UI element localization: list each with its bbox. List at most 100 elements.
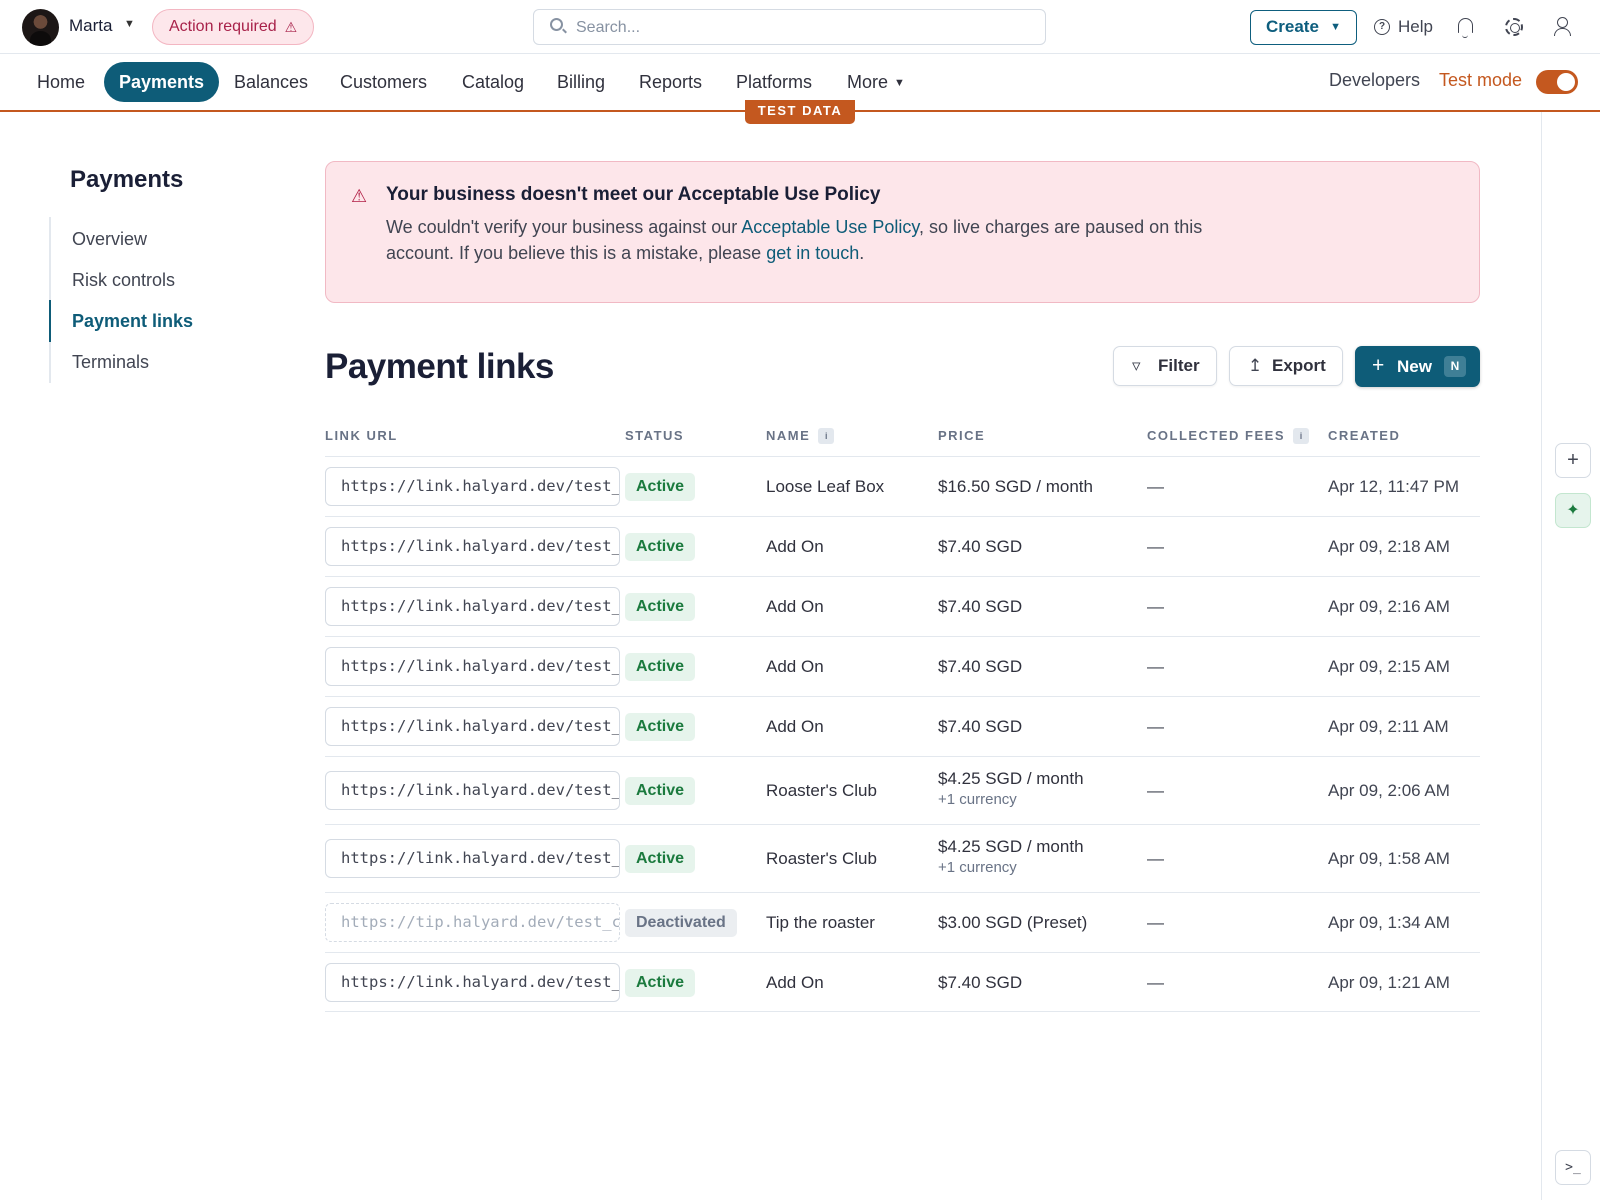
collected-fees: — (1147, 972, 1164, 992)
developers-link[interactable]: Developers (1329, 70, 1420, 91)
created-date: Apr 09, 2:16 AM (1328, 597, 1450, 616)
price-value: $7.40 SGD (938, 657, 1023, 676)
table-row[interactable]: https://link.halyard.dev/test_ Active Add … (325, 637, 1480, 697)
table-row[interactable]: https://link.halyard.dev/test_ Active Add … (325, 953, 1480, 1012)
link-name: Add On (766, 597, 824, 616)
alert-text: . (859, 243, 865, 263)
link-url-field[interactable]: https://link.halyard.dev/test_ (325, 771, 620, 810)
link-url-field[interactable]: https://tip.halyard.dev/test_c (325, 903, 620, 942)
rail-terminal-button[interactable]: >_ (1555, 1150, 1591, 1185)
created-date: Apr 09, 2:18 AM (1328, 537, 1450, 556)
gear-icon[interactable] (1505, 18, 1523, 36)
user-icon[interactable] (1553, 17, 1571, 37)
status-badge: Active (625, 533, 696, 561)
export-button[interactable]: ↥ Export (1229, 346, 1343, 386)
sidebar-item-risk-controls[interactable]: Risk controls (72, 270, 175, 291)
table-row[interactable]: https://link.halyard.dev/test_ Active Add … (325, 697, 1480, 757)
status-badge: Active (625, 593, 696, 621)
info-icon[interactable]: i (1293, 428, 1310, 444)
nav-more[interactable]: More ▼ (847, 62, 905, 102)
search-input[interactable]: Search... (533, 9, 1046, 45)
terminal-icon: >_ (1565, 1160, 1581, 1175)
nav-reports[interactable]: Reports (639, 62, 702, 102)
link-url-field[interactable]: https://link.halyard.dev/test_ (325, 467, 620, 506)
link-url-field[interactable]: https://link.halyard.dev/test_ (325, 839, 620, 878)
action-required-badge[interactable]: Action required ⚠ (152, 9, 315, 45)
table-row[interactable]: https://tip.halyard.dev/test_c Deactivate… (325, 893, 1480, 953)
account-name[interactable]: Marta (69, 16, 112, 36)
action-required-label: Action required (169, 18, 277, 35)
collected-fees: — (1147, 657, 1164, 676)
link-url-field[interactable]: https://link.halyard.dev/test_ (325, 962, 620, 1002)
status-badge: Active (625, 653, 696, 681)
page-title: Payment links (325, 347, 554, 386)
status-badge: Active (625, 473, 696, 501)
test-mode-toggle[interactable] (1536, 70, 1578, 94)
nav-payments[interactable]: Payments (104, 62, 220, 102)
link-url-field[interactable]: https://link.halyard.dev/test_ (325, 707, 620, 746)
price-sub: +1 currency (938, 859, 1017, 876)
filter-button[interactable]: ▿ Filter (1113, 346, 1217, 386)
col-header-collected-fees: COLLECTED FEES i (1147, 428, 1310, 444)
status-badge: Active (625, 845, 696, 873)
bell-icon[interactable] (1458, 18, 1473, 38)
price-value: $16.50 SGD / month (938, 477, 1093, 496)
policy-alert: ⚠ Your business doesn't meet our Accepta… (325, 161, 1480, 303)
warning-icon: ⚠ (351, 186, 368, 206)
plus-icon: + (1567, 449, 1579, 471)
created-date: Apr 09, 1:58 AM (1328, 849, 1450, 868)
table-row[interactable]: https://link.halyard.dev/test_ Active Add … (325, 577, 1480, 637)
link-url-field[interactable]: https://link.halyard.dev/test_ (325, 527, 620, 566)
status-badge: Active (625, 713, 696, 741)
collected-fees: — (1147, 849, 1164, 868)
table-row[interactable]: https://link.halyard.dev/test_ Active Loos… (325, 457, 1480, 517)
nav-customers[interactable]: Customers (340, 62, 427, 102)
link-name: Loose Leaf Box (766, 477, 885, 496)
new-label: New (1397, 357, 1432, 376)
price-value: $7.40 SGD (938, 717, 1023, 736)
link-url-field[interactable]: https://link.halyard.dev/test_ (325, 647, 620, 686)
chevron-down-icon: ▼ (1330, 21, 1341, 33)
link-url-field[interactable]: https://link.halyard.dev/test_ (325, 587, 620, 626)
acceptable-use-policy-link[interactable]: Acceptable Use Policy (741, 217, 919, 237)
nav-catalog[interactable]: Catalog (462, 62, 524, 102)
sidebar-item-payment-links[interactable]: Payment links (72, 311, 193, 332)
avatar[interactable] (22, 9, 59, 46)
status-badge: Active (625, 968, 696, 997)
link-name: Add On (766, 972, 824, 992)
price-value: $4.25 SGD / month (938, 837, 1084, 856)
top-bar: Marta ▼ Action required ⚠ Search... Crea… (0, 0, 1600, 54)
plus-icon: + (1372, 354, 1385, 377)
link-name: Roaster's Club (766, 849, 877, 868)
nav-home[interactable]: Home (37, 62, 85, 102)
table-row[interactable]: https://link.halyard.dev/test_ Active Add … (325, 517, 1480, 577)
filter-label: Filter (1158, 356, 1200, 375)
created-date: Apr 09, 1:21 AM (1328, 972, 1450, 992)
nav-platforms[interactable]: Platforms (736, 62, 812, 102)
help-button[interactable]: ? Help (1374, 17, 1433, 37)
link-name: Add On (766, 537, 824, 556)
new-button[interactable]: + New N (1355, 346, 1480, 387)
link-name: Tip the roaster (766, 913, 875, 932)
collected-fees: — (1147, 477, 1164, 496)
price-cell: $4.25 SGD / month +1 currency (938, 837, 1084, 876)
test-data-tag: TEST DATA (745, 100, 855, 124)
col-header-name: NAME i (766, 428, 835, 444)
col-header-status: STATUS (625, 428, 685, 443)
create-button[interactable]: Create ▼ (1250, 10, 1357, 45)
help-label: Help (1398, 17, 1433, 36)
alert-text: We couldn't verify your business against… (386, 217, 742, 237)
get-in-touch-link[interactable]: get in touch (766, 243, 859, 263)
sidebar-item-overview[interactable]: Overview (72, 229, 147, 250)
nav-billing[interactable]: Billing (557, 62, 605, 102)
sidebar-item-terminals[interactable]: Terminals (72, 352, 149, 373)
chevron-down-icon[interactable]: ▼ (124, 18, 135, 30)
info-icon[interactable]: i (818, 428, 835, 444)
export-label: Export (1272, 356, 1326, 375)
table-row[interactable]: https://link.halyard.dev/test_ Active Roas… (325, 757, 1480, 825)
collected-fees: — (1147, 913, 1164, 932)
table-row[interactable]: https://link.halyard.dev/test_ Active Roas… (325, 825, 1480, 893)
nav-balances[interactable]: Balances (234, 62, 308, 102)
rail-add-button[interactable]: + (1555, 443, 1591, 478)
rail-assistant-button[interactable]: ✦ (1555, 493, 1591, 528)
